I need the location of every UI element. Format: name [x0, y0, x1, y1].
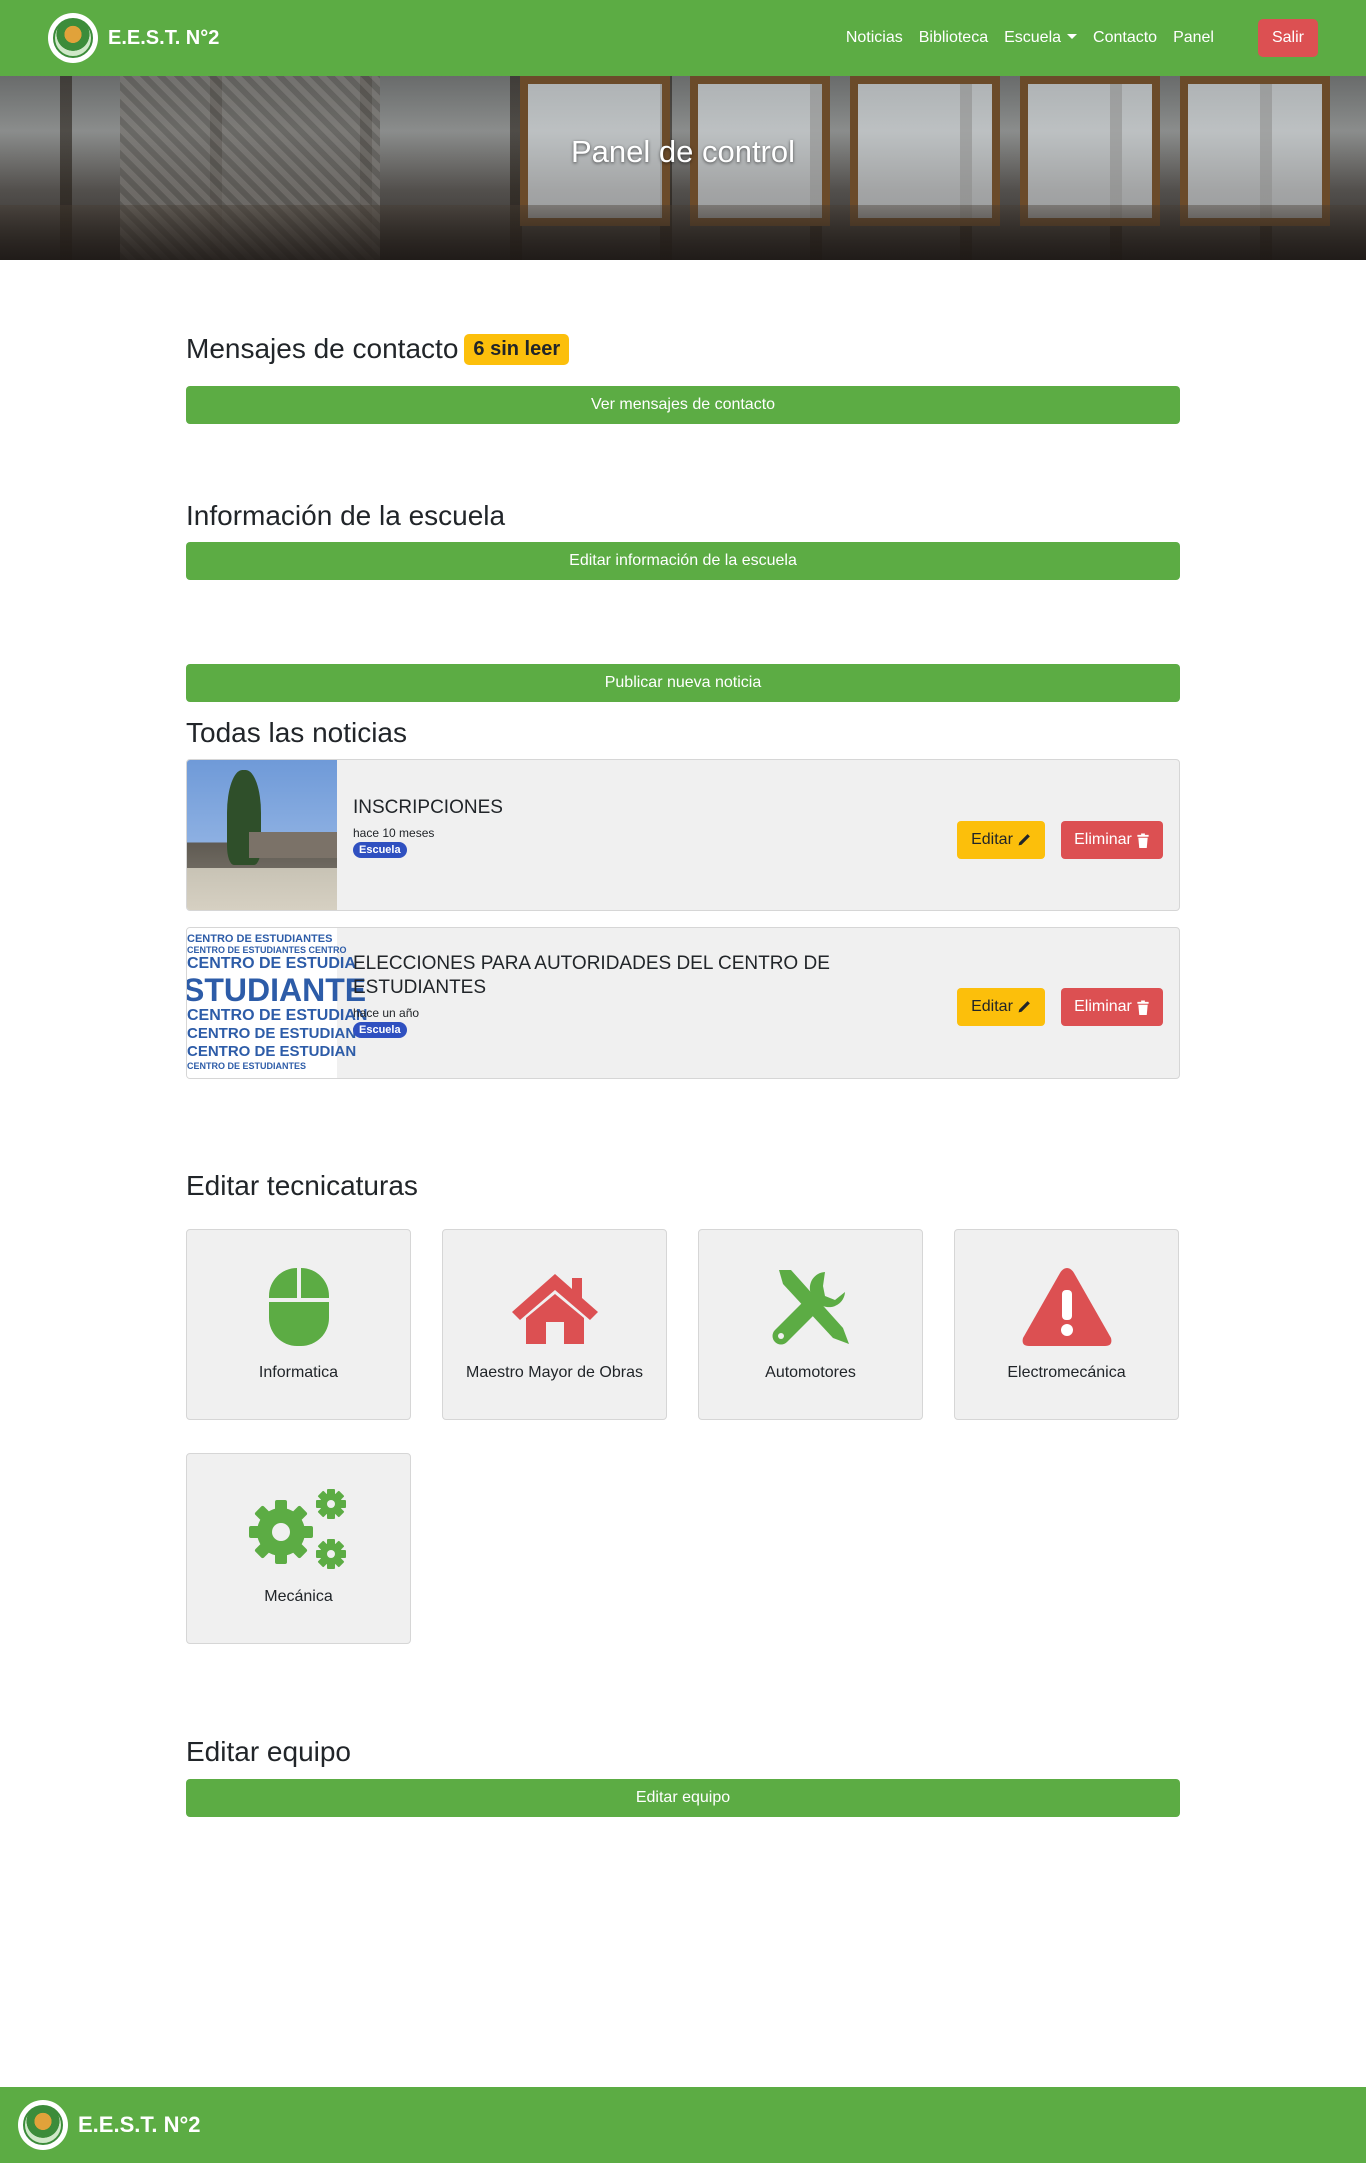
nav-link-noticias[interactable]: Noticias [838, 21, 911, 55]
navbar: E.E.S.T. N°2 Noticias Biblioteca Escuela… [0, 0, 1366, 76]
delete-label: Eliminar [1074, 831, 1132, 848]
section-title-contact: Mensajes de contacto 6 sin leer [186, 333, 1180, 365]
tecnicatura-card-electromecanica[interactable]: Electromecánica [954, 1229, 1179, 1420]
section-title-tecnicaturas: Editar tecnicaturas [186, 1170, 418, 1201]
contact-section: Mensajes de contacto 6 sin leer [186, 333, 1180, 365]
school-logo [48, 13, 98, 63]
tecnicatura-label: Informatica [258, 1364, 339, 1381]
brand-link[interactable]: E.E.S.T. N°2 [48, 13, 219, 63]
nav-link-contacto[interactable]: Contacto [1085, 21, 1165, 55]
tecnicatura-card-automotores[interactable]: Automotores [698, 1229, 923, 1420]
pencil-icon [1018, 1001, 1030, 1013]
tecnicatura-card-mmo[interactable]: Maestro Mayor de Obras [442, 1229, 667, 1420]
unread-badge: 6 sin leer [464, 334, 570, 365]
publish-news-button[interactable]: Publicar nueva noticia [186, 664, 1180, 702]
house-icon [511, 1274, 598, 1344]
news-thumbnail [187, 760, 337, 910]
delete-news-button[interactable]: Eliminar [1061, 988, 1163, 1026]
contact-title: Mensajes de contacto [186, 333, 459, 364]
trash-icon [1137, 832, 1149, 848]
warning-icon [1022, 1268, 1111, 1346]
tecnicatura-card-informatica[interactable]: Informatica [186, 1229, 411, 1420]
nav-links: Noticias Biblioteca Escuela Contacto Pan… [838, 19, 1318, 57]
category-badge: Escuela [353, 841, 407, 858]
edit-school-info-button[interactable]: Editar información de la escuela [186, 542, 1180, 580]
edit-news-button[interactable]: Editar [957, 821, 1045, 859]
section-title-school-info: Información de la escuela [186, 500, 506, 531]
tecnicatura-label: Maestro Mayor de Obras [466, 1364, 643, 1381]
tecnicatura-label: Mecánica [264, 1588, 333, 1605]
delete-label: Eliminar [1074, 998, 1132, 1015]
edit-label: Editar [971, 998, 1013, 1015]
tecnicatura-label: Electromecánica [1007, 1364, 1126, 1381]
news-thumbnail: CENTRO DE ESTUDIANTES CENTRO DE ESTUDIAN… [187, 928, 367, 1078]
footer: E.E.S.T. N°2 [0, 2087, 1366, 2163]
logout-button[interactable]: Salir [1257, 19, 1318, 57]
news-title: ELECCIONES PARA AUTORIDADES DEL CENTRO D… [353, 953, 830, 998]
edit-news-button[interactable]: Editar [957, 988, 1045, 1026]
nav-link-panel[interactable]: Panel [1165, 21, 1222, 55]
pencil-icon [1018, 834, 1030, 846]
caret-down-icon [1067, 34, 1078, 39]
news-item: INSCRIPCIONES hace 10 meses Escuela Edit… [186, 759, 1180, 911]
footer-brand-text: E.E.S.T. N°2 [78, 2112, 201, 2137]
gears-icon [248, 1489, 346, 1569]
edit-label: Editar [971, 831, 1013, 848]
nav-dropdown-escuela[interactable]: Escuela [996, 21, 1085, 55]
trash-icon [1137, 999, 1149, 1015]
news-item: CENTRO DE ESTUDIANTES CENTRO DE ESTUDIAN… [186, 927, 1180, 1079]
view-messages-button[interactable]: Ver mensajes de contacto [186, 386, 1180, 424]
news-date: hace un año [353, 1005, 420, 1020]
nav-link-biblioteca[interactable]: Biblioteca [911, 21, 996, 55]
tools-icon [772, 1270, 849, 1345]
page-title: Panel de control [570, 134, 796, 169]
edit-team-button[interactable]: Editar equipo [186, 1779, 1180, 1817]
footer-brand-link[interactable]: E.E.S.T. N°2 [18, 2100, 201, 2150]
mouse-icon [268, 1268, 329, 1346]
section-title-team: Editar equipo [186, 1736, 352, 1767]
nav-dropdown-label: Escuela [1004, 29, 1062, 46]
school-logo [18, 2100, 68, 2150]
news-title: INSCRIPCIONES [353, 797, 503, 818]
tecnicatura-card-mecanica[interactable]: Mecánica [186, 1453, 411, 1644]
delete-news-button[interactable]: Eliminar [1061, 821, 1163, 859]
category-badge: Escuela [353, 1021, 407, 1038]
section-title-news: Todas las noticias [186, 717, 408, 748]
tecnicatura-label: Automotores [765, 1364, 856, 1381]
hero-banner: Panel de control [0, 76, 1366, 260]
news-date: hace 10 meses [353, 825, 435, 840]
brand-text: E.E.S.T. N°2 [108, 26, 220, 49]
